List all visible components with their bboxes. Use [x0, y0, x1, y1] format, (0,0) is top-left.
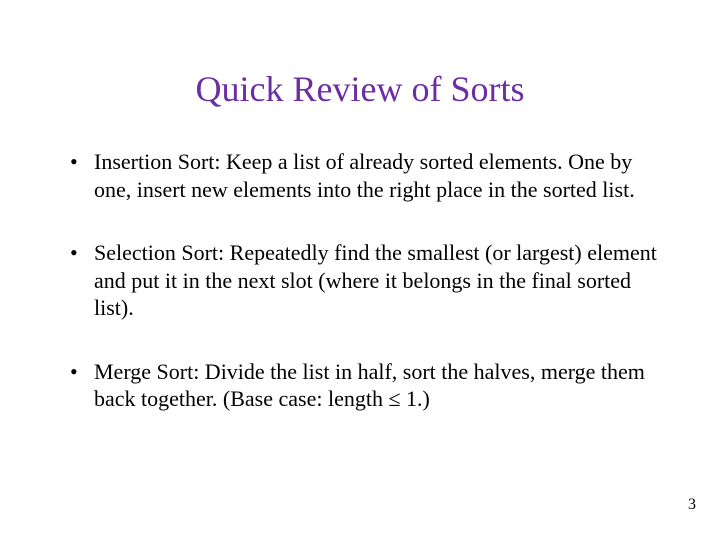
- page-number: 3: [688, 496, 696, 514]
- list-item: Merge Sort: Divide the list in half, sor…: [74, 358, 668, 413]
- slide: Quick Review of Sorts Insertion Sort: Ke…: [0, 0, 720, 540]
- slide-title: Quick Review of Sorts: [52, 68, 668, 110]
- bullet-list: Insertion Sort: Keep a list of already s…: [52, 148, 668, 413]
- list-item: Insertion Sort: Keep a list of already s…: [74, 148, 668, 203]
- list-item: Selection Sort: Repeatedly find the smal…: [74, 239, 668, 322]
